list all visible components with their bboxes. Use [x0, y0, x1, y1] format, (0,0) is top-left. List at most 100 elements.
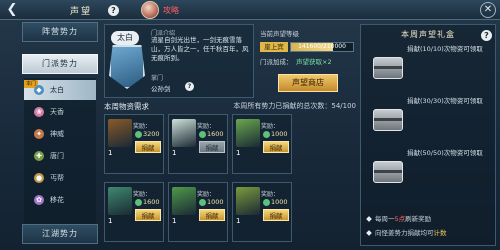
taibai-icon: ◆ [34, 85, 44, 95]
note-text: 刷新奖励 [405, 215, 432, 223]
reward-value: 1600 [143, 198, 160, 206]
donate-button[interactable]: 捐献 [263, 209, 289, 221]
bullet-icon [366, 230, 372, 236]
school-emblem-icon [109, 45, 145, 89]
school-item-shenwei[interactable]: ✦ 神威 [24, 124, 96, 144]
tab-faction[interactable]: 阵营势力 [22, 22, 98, 42]
school-item-yihua[interactable]: ✿ 移花 [24, 190, 96, 210]
intro-text: 流星自剑光出世，一剑无痕雪落山，万人皆之一，任千秋百年，风无痕所到。 [151, 36, 249, 62]
reward-value: 3200 [143, 130, 160, 138]
reward-row: 捐献(50/50)次物资可领取 [365, 147, 493, 187]
item-count: 1 [236, 217, 241, 225]
reward-row: 捐献(10/10)次物资可领取 [365, 43, 493, 83]
item-count: 1 [172, 149, 177, 157]
reward-value: 1000 [207, 198, 224, 206]
item-icon[interactable] [172, 119, 196, 147]
demand-title: 本周物资需求 [104, 102, 149, 111]
item-icon[interactable] [108, 187, 132, 215]
chest-icon[interactable] [373, 57, 403, 79]
donate-button[interactable]: 捐献 [199, 141, 225, 153]
demand-card: 1 奖励： 1600 捐献 [168, 114, 228, 174]
tab-jianghu[interactable]: 江湖势力 [22, 224, 98, 244]
reward-value: 1000 [271, 198, 288, 206]
chest-icon[interactable] [373, 161, 403, 183]
note-text: 每周一 [375, 215, 395, 223]
school-label: 移花 [50, 196, 64, 204]
school-name: 太白 [111, 31, 139, 45]
reward-label: 奖励： [197, 191, 216, 198]
reward-label: 奖励： [261, 123, 280, 130]
donate-button[interactable]: 捐献 [199, 209, 225, 221]
reward-label: 奖励： [133, 123, 152, 130]
item-icon[interactable] [236, 187, 260, 215]
page-title: 声望 [70, 7, 93, 17]
reward-value: 1000 [271, 130, 288, 138]
school-label: 丐帮 [50, 174, 64, 182]
reward-label: 奖励： [197, 123, 216, 130]
school-label: 天香 [50, 108, 64, 116]
donate-button[interactable]: 捐献 [135, 209, 161, 221]
bullet-icon [366, 216, 372, 222]
sidebar: 阵营势力 门派势力 本门 ◆ 太白 ❀ 天香 ✦ 神威 ✚ 唐门 ● 丐帮 ✿ … [22, 22, 98, 248]
reward-row-text: 捐献(10/10)次物资可领取 [407, 45, 483, 53]
prestige-level-panel: 当前声望等级 崖上宾 141600/210000 门派加成： 声望获取×2 声望… [258, 24, 356, 98]
gate-label: 掌门 [151, 75, 164, 82]
count-note: 向怪姜势力捐献均可计数 [366, 227, 447, 237]
reward-label: 奖励： [261, 191, 280, 198]
help-icon[interactable]: ? [108, 5, 119, 16]
demand-card: 1 奖励： 3200 捐献 [104, 114, 164, 174]
school-label: 唐门 [50, 152, 64, 160]
tianxiang-icon: ❀ [34, 107, 44, 117]
shenwei-icon: ✦ [34, 129, 44, 139]
bonus-label: 门派加成： [260, 58, 293, 66]
prestige-progress-text: 141600/210000 [298, 43, 346, 50]
reward-value: 1600 [207, 130, 224, 138]
prestige-rank: 崖上宾 [260, 42, 288, 52]
item-icon[interactable] [108, 119, 132, 147]
demand-total: 本周所有势力已捐献的总次数：54/100 [233, 102, 356, 110]
player-name: 攻略 [163, 6, 179, 15]
prestige-coin-icon [263, 199, 270, 206]
item-count: 1 [236, 149, 241, 157]
close-icon[interactable]: ✕ [480, 2, 496, 18]
bonus-value: 声望获取×2 [296, 58, 332, 66]
item-icon[interactable] [172, 187, 196, 215]
chest-icon[interactable] [373, 109, 403, 131]
note-text: 向怪姜势力捐献均可 [375, 229, 434, 237]
demand-header: 本周物资需求 本周所有势力已捐献的总次数：54/100 [104, 100, 356, 112]
school-label: 太白 [50, 86, 64, 94]
school-info-panel: 太白 门派介绍 流星自剑光出世，一剑无痕雪落山，万人皆之一，任千秋百年，风无痕所… [104, 24, 254, 98]
school-list: 本门 ◆ 太白 ❀ 天香 ✦ 神威 ✚ 唐门 ● 丐帮 ✿ 移花 [24, 78, 96, 228]
weekly-reward-panel: 本周声望礼盒 ? 捐献(10/10)次物资可领取 捐献(30/30)次物资可领取… [360, 24, 496, 246]
school-item-tangmen[interactable]: ✚ 唐门 [24, 146, 96, 166]
donate-button[interactable]: 捐献 [135, 141, 161, 153]
item-icon[interactable] [236, 119, 260, 147]
item-count: 1 [172, 217, 177, 225]
demand-card: 1 奖励： 1000 捐献 [232, 182, 292, 242]
reward-row-text: 捐献(50/50)次物资可领取 [407, 149, 483, 157]
item-count: 1 [108, 149, 113, 157]
prestige-progress-bar: 141600/210000 [290, 42, 354, 52]
gate-value: 公孙剑 [151, 85, 171, 93]
school-item-taibai[interactable]: 本门 ◆ 太白 [24, 80, 96, 100]
avatar[interactable] [141, 1, 159, 19]
prestige-screen: ❮ 声望 ? 攻略 ✕ 阵营势力 门派势力 本门 ◆ 太白 ❀ 天香 ✦ 神威 … [0, 0, 500, 250]
prestige-coin-icon [263, 131, 270, 138]
reward-panel-title: 本周声望礼盒 [401, 30, 455, 39]
prestige-coin-icon [135, 131, 142, 138]
demand-card: 1 奖励： 1000 捐献 [168, 182, 228, 242]
school-item-tianxiang[interactable]: ❀ 天香 [24, 102, 96, 122]
help-icon[interactable]: ? [185, 82, 194, 91]
school-item-gaibang[interactable]: ● 丐帮 [24, 168, 96, 188]
prestige-coin-icon [199, 199, 206, 206]
prestige-shop-button[interactable]: 声望商店 [278, 74, 338, 92]
donate-button[interactable]: 捐献 [263, 141, 289, 153]
note-highlight: 计数 [433, 229, 447, 237]
demand-grid: 1 奖励： 3200 捐献 1 奖励： 1600 捐献 1 奖励： 1000 捐… [104, 114, 356, 246]
tab-school[interactable]: 门派势力 [22, 54, 98, 74]
back-arrow-icon[interactable]: ❮ [4, 2, 20, 18]
reward-label: 奖励： [133, 191, 152, 198]
item-count: 1 [108, 217, 113, 225]
help-icon[interactable]: ? [481, 30, 492, 41]
yihua-icon: ✿ [34, 195, 44, 205]
